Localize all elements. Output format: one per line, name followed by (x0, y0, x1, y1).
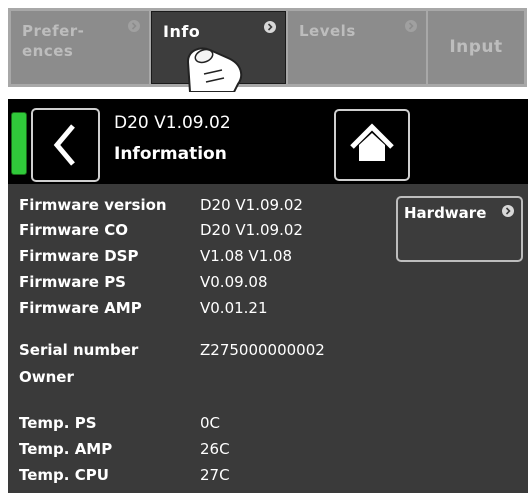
info-label: Firmware version (19, 196, 167, 214)
back-button[interactable] (31, 108, 100, 182)
info-value: V0.01.21 (200, 299, 268, 317)
home-icon (350, 123, 394, 161)
info-value: 0C (200, 414, 221, 432)
chevron-right-icon (405, 20, 417, 32)
info-value: 26C (200, 440, 230, 458)
chevron-right-icon (128, 20, 140, 32)
hardware-button[interactable]: Hardware (396, 196, 523, 262)
page-title: Information (114, 144, 227, 164)
info-label: Temp. AMP (19, 440, 113, 458)
info-value: V1.08 V1.08 (200, 247, 293, 265)
info-label: Serial number (19, 341, 139, 359)
info-value: 27C (200, 466, 230, 484)
chevron-right-icon (264, 21, 276, 33)
device-version: D20 V1.09.02 (114, 113, 231, 133)
info-panel: Firmware version D20 V1.09.02 Firmware C… (8, 184, 528, 493)
device-screen: D20 V1.09.02 Information Firmware versio… (8, 99, 528, 493)
chevron-right-icon (502, 205, 514, 217)
info-label: Firmware AMP (19, 299, 142, 317)
finger-tap-icon (186, 47, 243, 92)
info-label: Owner (19, 368, 74, 386)
tab-preferences-label-line1: Prefer- (22, 22, 85, 40)
info-value: V0.09.08 (200, 273, 268, 291)
tab-input-label: Input (449, 37, 503, 57)
info-label: Temp. PS (19, 414, 97, 432)
hardware-button-label: Hardware (404, 204, 487, 222)
tab-levels[interactable]: Levels (288, 11, 426, 84)
chevron-left-icon (53, 124, 75, 166)
tab-levels-label: Levels (299, 22, 356, 40)
home-button[interactable] (334, 109, 410, 181)
info-label: Firmware CO (19, 221, 128, 239)
info-value: D20 V1.09.02 (200, 196, 303, 214)
info-label: Firmware PS (19, 273, 126, 291)
info-label: Firmware DSP (19, 247, 139, 265)
info-label: Temp. CPU (19, 466, 109, 484)
info-value: D20 V1.09.02 (200, 221, 303, 239)
status-indicator (11, 112, 27, 175)
info-value: Z275000000002 (200, 341, 325, 359)
tab-preferences-label-line2: ences (22, 42, 74, 60)
tab-bar: Prefer- ences Info Levels Input (8, 8, 527, 87)
tab-preferences[interactable]: Prefer- ences (11, 11, 149, 84)
tab-input[interactable]: Input (428, 11, 524, 84)
